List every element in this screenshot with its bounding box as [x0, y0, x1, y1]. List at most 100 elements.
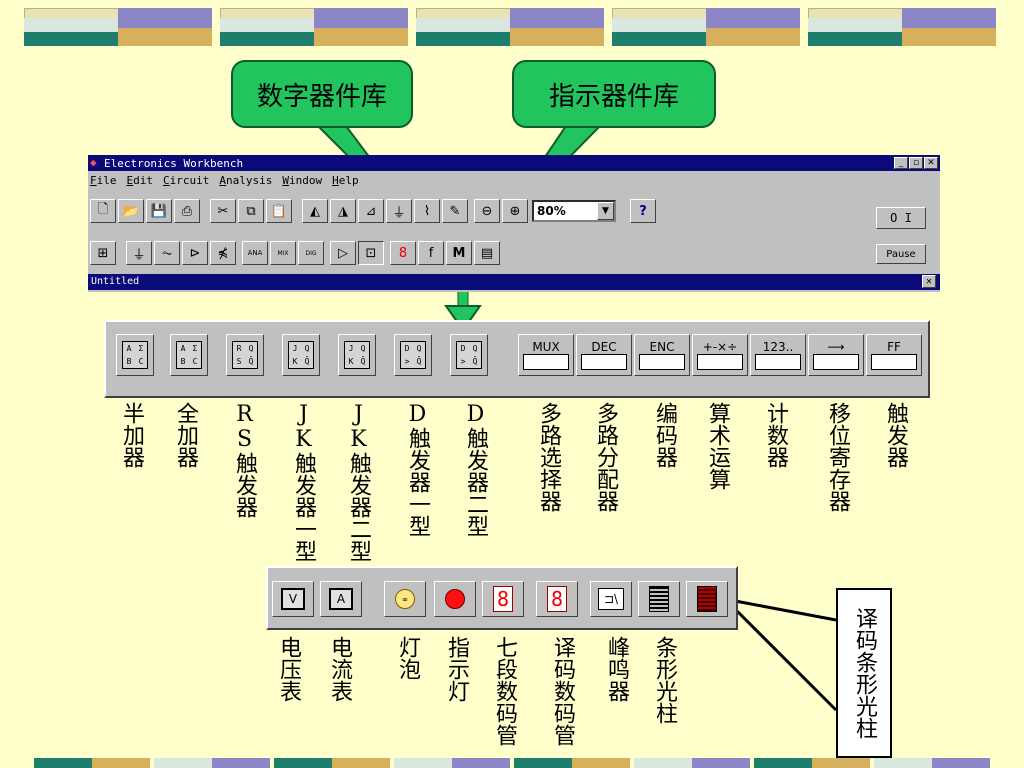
menu-analysis[interactable]: Analysis — [219, 174, 272, 187]
jk-flipflop-1-part[interactable]: J Q K Q̄ — [282, 334, 320, 376]
description-icon[interactable]: ✎ — [442, 199, 468, 223]
transistors-bin-icon[interactable]: ⋠ — [210, 241, 236, 265]
seven-segment-part[interactable]: 8 — [482, 581, 524, 617]
footer-decoration — [0, 758, 1024, 768]
chip-icon: AΣBC — [176, 341, 202, 369]
buzzer-part[interactable]: ⊐\ — [590, 581, 632, 617]
instruments-bin-icon[interactable]: ▤ — [474, 241, 500, 265]
menu-edit[interactable]: Edit — [127, 174, 154, 187]
paste-icon[interactable]: 📋 — [266, 199, 292, 223]
bulb-part[interactable]: ∞ — [384, 581, 426, 617]
menu-window[interactable]: Window — [282, 174, 322, 187]
full-adder-part[interactable]: AΣBC — [170, 334, 208, 376]
minimize-button[interactable]: _ — [894, 157, 908, 169]
label-mux: 多路选择器 — [536, 402, 561, 512]
maximize-button[interactable]: ▫ — [909, 157, 923, 169]
document-title-bar: Untitled ✕ — [88, 274, 940, 290]
favorites-bin-icon[interactable]: ⊞ — [90, 241, 116, 265]
save-icon[interactable]: 💾 — [146, 199, 172, 223]
jk-flipflop-2-part[interactable]: J Q K Q̄ — [338, 334, 376, 376]
subcircuit-icon[interactable]: ⏚ — [386, 199, 412, 223]
zoom-in-icon[interactable]: ⊕ — [502, 199, 528, 223]
header-decoration-3 — [416, 8, 604, 46]
rs-flipflop-part[interactable]: R Q S Q̄ — [226, 334, 264, 376]
chevron-down-icon[interactable]: ▼ — [597, 202, 614, 220]
d-flipflop-2-part[interactable]: D Q > Q̄ — [450, 334, 488, 376]
chip-icon: D Q > Q̄ — [456, 341, 482, 369]
window-title: Electronics Workbench — [104, 156, 244, 170]
indicators-bin-icon[interactable]: 8 — [390, 241, 416, 265]
document-close-icon[interactable]: ✕ — [922, 275, 936, 288]
flip-vertical-icon[interactable]: ⊿ — [358, 199, 384, 223]
callout-digital-library: 数字器件库 — [231, 60, 413, 128]
controls-bin-icon[interactable]: f — [418, 241, 444, 265]
ammeter-icon: A — [329, 588, 353, 610]
label-counter: 计数器 — [763, 402, 788, 468]
label-voltmeter: 电压表 — [276, 636, 301, 702]
mixed-ic-bin-icon[interactable]: MIX — [270, 241, 296, 265]
logic-gates-bin-icon[interactable]: ▷ — [330, 241, 356, 265]
cut-icon[interactable]: ✂ — [210, 199, 236, 223]
mux-part[interactable]: MUX — [518, 334, 574, 376]
open-folder-icon[interactable]: 📂 — [118, 199, 144, 223]
arithmetic-part[interactable]: +-×÷ — [692, 334, 748, 376]
voltmeter-part[interactable]: V — [272, 581, 314, 617]
label-shift-register: 移位寄存器 — [825, 402, 850, 512]
new-file-icon[interactable]: 🗋 — [90, 199, 116, 223]
digital-ic-bin-icon[interactable]: DIG — [298, 241, 324, 265]
label-decoded-seven-segment: 译码数码管 — [550, 636, 575, 746]
analog-ic-bin-icon[interactable]: ANA — [242, 241, 268, 265]
flip-horizontal-icon[interactable]: ◮ — [330, 199, 356, 223]
close-button[interactable]: ✕ — [924, 157, 938, 169]
toolbar-parts: ⊞ ⏚ ⏦ ⊳ ⋠ ANA MIX DIG ▷ ⊡ 8 f M ▤ — [90, 241, 502, 265]
probe-part[interactable] — [434, 581, 476, 617]
menu-file[interactable]: File — [90, 174, 117, 187]
pause-button[interactable]: Pause — [876, 244, 926, 264]
label-indicator-lamp: 指示灯 — [444, 636, 469, 702]
menu-circuit[interactable]: Circuit — [163, 174, 209, 187]
label-seven-segment: 七段数码管 — [492, 636, 517, 746]
decoded-bargraph-icon — [697, 586, 717, 612]
decoded-seven-segment-part[interactable]: 8 — [536, 581, 578, 617]
bulb-icon: ∞ — [395, 589, 415, 609]
decoded-seven-segment-icon: 8 — [547, 586, 567, 612]
flipflop-part[interactable]: FF — [866, 334, 922, 376]
half-adder-part[interactable]: AΣBC — [116, 334, 154, 376]
part-tag: ENC — [649, 340, 675, 354]
chip-icon: R Q S Q̄ — [232, 341, 258, 369]
chip-icon: J Q K Q̄ — [288, 341, 314, 369]
header-decoration-4 — [612, 8, 800, 46]
label-encoder: 编码器 — [652, 402, 677, 468]
counter-part[interactable]: 123.. — [750, 334, 806, 376]
chip-icon: J Q K Q̄ — [344, 341, 370, 369]
document-title: Untitled — [91, 276, 140, 287]
part-tag: 123.. — [762, 340, 794, 354]
bargraph-part[interactable] — [638, 581, 680, 617]
menu-bar: File Edit Circuit Analysis Window Help — [88, 171, 940, 190]
print-icon[interactable]: ⎙ — [174, 199, 200, 223]
part-tag: ⟶ — [827, 340, 845, 354]
miscellaneous-bin-icon[interactable]: M — [446, 241, 472, 265]
help-icon[interactable]: ? — [630, 199, 656, 223]
digital-bin-icon[interactable]: ⊡ — [358, 241, 384, 265]
basic-bin-icon[interactable]: ⏦ — [154, 241, 180, 265]
rotate-icon[interactable]: ◭ — [302, 199, 328, 223]
d-flipflop-1-part[interactable]: D Q > Q̄ — [394, 334, 432, 376]
zoom-out-icon[interactable]: ⊖ — [474, 199, 500, 223]
copy-icon[interactable]: ⧉ — [238, 199, 264, 223]
power-switch[interactable]: O I — [876, 207, 926, 229]
label-full-adder: 全加器 — [173, 402, 198, 468]
zoom-select[interactable]: 80% ▼ — [532, 200, 616, 222]
diodes-bin-icon[interactable]: ⊳ — [182, 241, 208, 265]
part-tag: DEC — [591, 340, 617, 354]
label-arithmetic: 算术运算 — [705, 402, 730, 490]
menu-help[interactable]: Help — [332, 174, 359, 187]
ammeter-part[interactable]: A — [320, 581, 362, 617]
graph-icon[interactable]: ⌇ — [414, 199, 440, 223]
shift-register-part[interactable]: ⟶ — [808, 334, 864, 376]
sources-bin-icon[interactable]: ⏚ — [126, 241, 152, 265]
decoded-bargraph-part[interactable] — [686, 581, 728, 617]
demux-part[interactable]: DEC — [576, 334, 632, 376]
encoder-part[interactable]: ENC — [634, 334, 690, 376]
label-buzzer: 峰鸣器 — [604, 636, 629, 702]
